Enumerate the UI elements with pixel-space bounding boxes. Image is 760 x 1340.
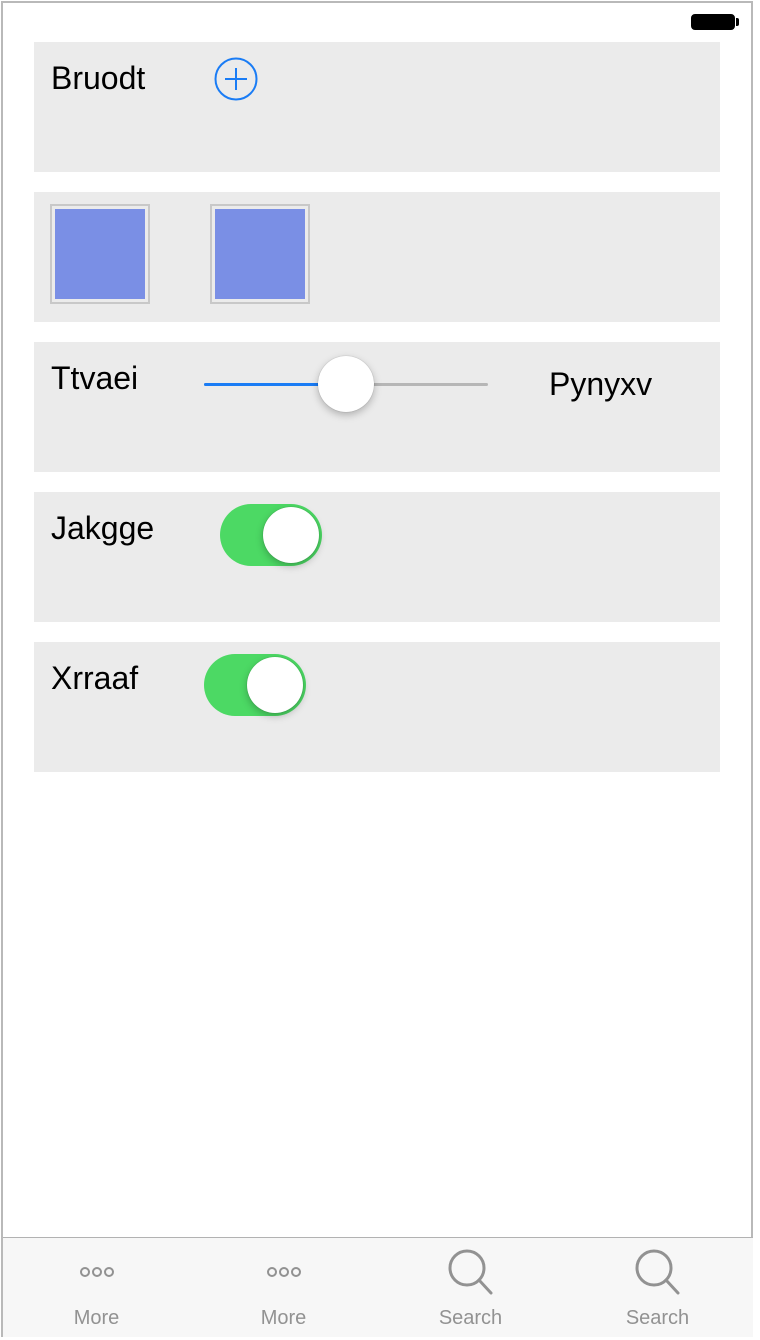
plus-circle-icon — [214, 57, 258, 101]
slider-row: Ttvaei Pynyxv — [34, 342, 720, 472]
battery-tip — [736, 18, 739, 26]
add-row-label: Bruodt — [51, 60, 146, 96]
toggle-switch-2[interactable] — [204, 654, 306, 716]
toggle-1-knob — [263, 507, 319, 563]
add-row: Bruodt — [34, 42, 720, 172]
tab-search-1-label: Search — [438, 1307, 503, 1329]
color-square-2[interactable] — [210, 204, 310, 304]
tab-search-2-label: Search — [625, 1307, 690, 1329]
toggle-1-label: Jakgge — [51, 510, 155, 546]
status-bar — [0, 0, 756, 42]
color-squares-row — [34, 192, 720, 322]
color-square-1[interactable] — [50, 204, 150, 304]
search-icon — [635, 1249, 679, 1295]
color-square-2-fill — [215, 209, 305, 299]
tab-search-2[interactable]: Search — [564, 1238, 751, 1337]
add-button[interactable] — [214, 57, 258, 101]
toggle-2-label: Xrraaf — [51, 660, 139, 696]
battery-full-icon — [691, 14, 735, 30]
color-square-1-fill — [55, 209, 145, 299]
slider-label: Ttvaei — [51, 360, 139, 396]
toggle-2-knob — [247, 657, 303, 713]
tab-more-2-label: More — [260, 1307, 307, 1329]
more-dots-icon — [79, 1267, 114, 1277]
value-slider[interactable] — [204, 356, 488, 412]
tab-search-1[interactable]: Search — [377, 1238, 564, 1337]
toggle-switch-1[interactable] — [220, 504, 322, 566]
tab-bar: More More Search Search — [3, 1237, 753, 1337]
toggle-row-2: Xrraaf — [34, 642, 720, 772]
toggle-row-1: Jakgge — [34, 492, 720, 622]
tab-more-1-label: More — [73, 1307, 120, 1329]
slider-max-label: Pynyxv — [549, 366, 653, 402]
slider-thumb[interactable] — [318, 356, 374, 412]
search-icon — [448, 1249, 492, 1295]
tab-more-1[interactable]: More — [3, 1238, 190, 1337]
tab-more-2[interactable]: More — [190, 1238, 377, 1337]
more-dots-icon — [266, 1267, 301, 1277]
